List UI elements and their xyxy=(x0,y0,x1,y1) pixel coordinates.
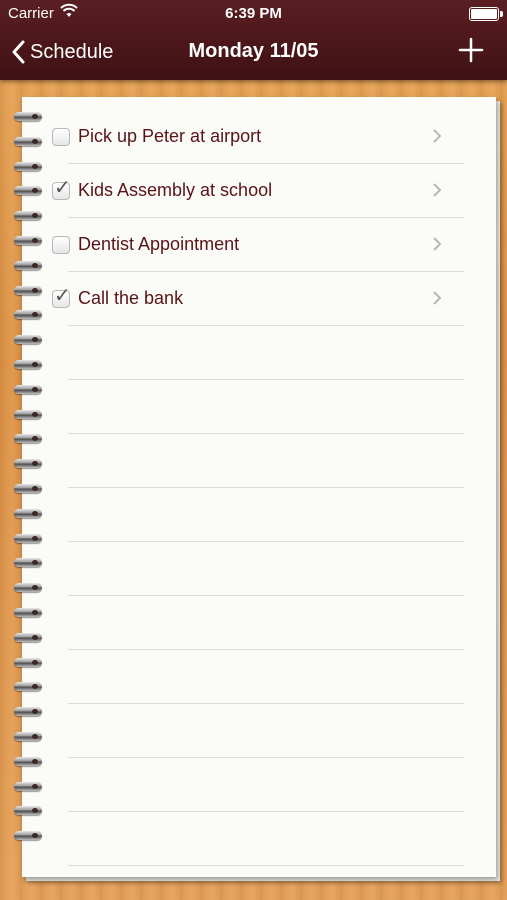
spiral-ring xyxy=(14,310,42,320)
spiral-ring xyxy=(14,657,42,667)
empty-line xyxy=(46,326,464,380)
task-row[interactable]: ✓ Kids Assembly at school xyxy=(46,164,464,218)
spiral-ring xyxy=(14,236,42,245)
page-title: Monday 11/05 xyxy=(188,40,319,62)
spiral-ring xyxy=(14,831,42,841)
spiral-ring xyxy=(14,806,42,816)
spiral-ring xyxy=(14,434,42,444)
chevron-right-icon[interactable] xyxy=(432,182,442,198)
spiral-ring xyxy=(14,409,42,419)
checkmark-icon: ✓ xyxy=(54,177,71,199)
chevron-right-icon[interactable] xyxy=(432,128,442,144)
spiral-ring xyxy=(14,484,42,493)
spiral-ring xyxy=(14,211,42,221)
task-checkbox[interactable]: ✓ xyxy=(52,286,71,308)
empty-line xyxy=(46,650,464,704)
spiral-ring xyxy=(14,781,42,791)
task-checkbox[interactable]: ✓ xyxy=(52,178,71,200)
spiral-ring xyxy=(14,112,42,121)
task-row[interactable]: ✓ Dentist Appointment xyxy=(46,218,464,272)
spiral-ring xyxy=(14,335,42,345)
spiral-ring xyxy=(14,186,42,196)
task-row[interactable]: ✓ Pick up Peter at airport xyxy=(46,110,464,164)
spiral-ring xyxy=(14,732,42,741)
task-label: Call the bank xyxy=(78,288,184,308)
spiral-ring xyxy=(14,756,42,766)
spiral-ring xyxy=(14,285,42,295)
task-checkbox[interactable]: ✓ xyxy=(52,236,70,254)
spiral-binding xyxy=(14,112,44,852)
chevron-right-icon[interactable] xyxy=(432,290,442,306)
spiral-ring xyxy=(14,682,42,692)
spiral-ring xyxy=(14,459,42,469)
task-row[interactable]: ✓ Call the bank xyxy=(46,272,464,326)
spiral-ring xyxy=(14,632,42,642)
spiral-ring xyxy=(14,558,42,568)
spiral-ring xyxy=(14,360,42,369)
spiral-ring xyxy=(14,136,42,146)
empty-line xyxy=(46,542,464,596)
task-label: Pick up Peter at airport xyxy=(78,126,262,146)
spiral-ring xyxy=(14,384,42,394)
battery-icon xyxy=(469,7,503,21)
empty-line xyxy=(46,812,464,866)
plus-icon[interactable] xyxy=(457,36,485,64)
task-label: Dentist Appointment xyxy=(78,234,240,254)
checkmark-icon: ✓ xyxy=(54,285,71,307)
task-list: ✓ Pick up Peter at airport ✓ Kids Assemb… xyxy=(46,110,464,866)
empty-line xyxy=(46,704,464,758)
empty-line xyxy=(46,596,464,650)
row-divider xyxy=(68,865,464,866)
navigation-bar: Carrier 6:39 PM Schedule Monday 11/05 xyxy=(0,0,507,80)
empty-line xyxy=(46,758,464,812)
task-checkbox[interactable]: ✓ xyxy=(52,128,70,146)
spiral-ring xyxy=(14,533,42,543)
spiral-ring xyxy=(14,161,42,171)
empty-line xyxy=(46,488,464,542)
status-time: 6:39 PM xyxy=(225,5,282,22)
empty-line xyxy=(46,380,464,434)
spiral-ring xyxy=(14,583,42,593)
status-bar: Carrier 6:39 PM xyxy=(0,0,507,28)
chevron-right-icon[interactable] xyxy=(432,236,442,252)
empty-line xyxy=(46,434,464,488)
spiral-ring xyxy=(14,608,42,617)
spiral-ring xyxy=(14,508,42,518)
spiral-ring xyxy=(14,260,42,270)
task-label: Kids Assembly at school xyxy=(78,180,273,200)
spiral-ring xyxy=(14,707,42,717)
